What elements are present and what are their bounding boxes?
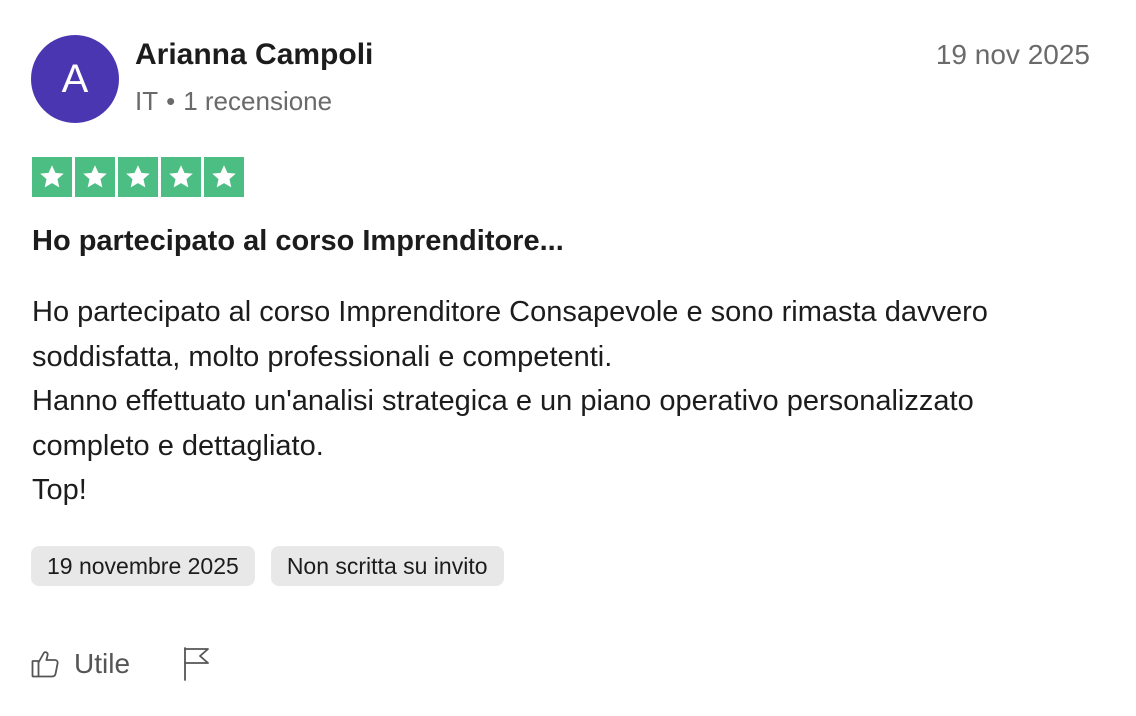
- reviewer-country: IT: [135, 86, 159, 116]
- useful-label: Utile: [74, 648, 131, 679]
- review-date: 19 nov 2025: [935, 39, 1090, 70]
- review-body-paragraph: Top!: [32, 474, 87, 506]
- review-chips: 19 novembre 2025 Non scritta su invito: [31, 546, 504, 586]
- useful-button[interactable]: Utile: [30, 646, 130, 682]
- star-icon: [118, 157, 158, 197]
- flag-icon: [182, 646, 212, 682]
- thumbs-up-icon: [30, 648, 62, 680]
- experience-date-chip: 19 novembre 2025: [31, 546, 255, 586]
- reviewer-review-count: 1 recensione: [183, 86, 333, 116]
- meta-separator: •: [166, 86, 176, 116]
- review-body: Ho partecipato al corso Imprenditore Con…: [32, 290, 1072, 513]
- review-card: A Arianna Campoli IT • 1 recensione 19 n…: [0, 0, 1136, 716]
- report-button[interactable]: [182, 646, 212, 682]
- reviewer-meta: IT • 1 recensione: [135, 84, 332, 118]
- review-title: Ho partecipato al corso Imprenditore...: [32, 225, 564, 257]
- star-icon: [161, 157, 201, 197]
- avatar-initial: A: [61, 56, 89, 101]
- review-body-paragraph: Ho partecipato al corso Imprenditore Con…: [32, 296, 988, 373]
- review-actions: Utile: [30, 646, 212, 682]
- star-icon: [32, 157, 72, 197]
- invite-status-chip[interactable]: Non scritta su invito: [270, 546, 504, 586]
- star-icon: [75, 157, 115, 197]
- avatar[interactable]: A: [31, 35, 119, 123]
- star-icon: [204, 157, 244, 197]
- star-rating: [32, 157, 244, 197]
- review-body-paragraph: Hanno effettuato un'analisi strategica e…: [32, 385, 974, 462]
- reviewer-name[interactable]: Arianna Campoli: [135, 36, 373, 74]
